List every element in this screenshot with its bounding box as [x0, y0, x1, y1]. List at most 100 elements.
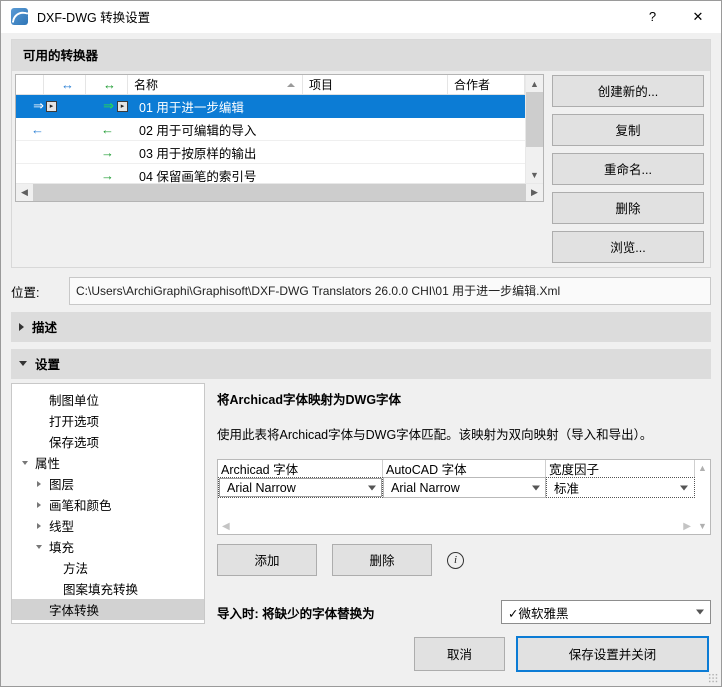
chevron-down-icon: [368, 485, 376, 490]
scroll-up-icon[interactable]: ▲: [530, 75, 539, 92]
row-icon-import[interactable]: ⇒: [16, 98, 44, 114]
browse-button[interactable]: 浏览...: [552, 231, 704, 263]
font-substitution-combo[interactable]: ✓微软雅黑: [501, 600, 711, 624]
font-table-col-width-factor[interactable]: 宽度因子: [546, 460, 695, 477]
duplicate-button[interactable]: 复制: [552, 114, 704, 146]
description-section-header[interactable]: 描述: [11, 312, 711, 342]
column-header-import-export-green[interactable]: ↔: [86, 75, 128, 94]
width-factor-combo[interactable]: 标准: [547, 478, 694, 497]
delete-button[interactable]: 删除: [552, 192, 704, 224]
close-button[interactable]: ✕: [675, 2, 721, 32]
tree-item-2[interactable]: 保存选项: [12, 431, 204, 452]
location-row: 位置: C:\Users\ArchiGraphi\Graphisoft\DXF-…: [11, 277, 711, 305]
scroll-up-icon[interactable]: ▲: [698, 463, 707, 473]
tree-item-label: 线型: [49, 520, 75, 534]
tree-item-0[interactable]: 制图单位: [12, 389, 204, 410]
options-box-icon[interactable]: ▸: [46, 100, 57, 112]
font-table-col-archicad[interactable]: Archicad 字体: [218, 460, 383, 477]
tree-item-5[interactable]: 画笔和颜色: [12, 494, 204, 515]
chevron-right-icon[interactable]: [32, 522, 46, 529]
tree-item-1[interactable]: 打开选项: [12, 410, 204, 431]
location-path-field[interactable]: C:\Users\ArchiGraphi\Graphisoft\DXF-DWG …: [69, 277, 711, 305]
delete-row-button[interactable]: 删除: [332, 544, 432, 576]
settings-section-header[interactable]: 设置: [11, 349, 711, 379]
row-icon-export[interactable]: →: [88, 168, 114, 183]
scroll-right-icon[interactable]: ▶: [526, 184, 543, 201]
archicad-font-combo[interactable]: Arial Narrow: [219, 478, 382, 497]
table-row[interactable]: → 04 保留画笔的索引号: [16, 164, 525, 184]
autocad-font-combo[interactable]: Arial Narrow: [383, 477, 546, 498]
column-header-import-export-blue[interactable]: ↔: [44, 75, 86, 94]
tree-item-8[interactable]: 方法: [12, 557, 204, 578]
font-table-main: Archicad 字体 AutoCAD 字体 宽度因子 Arial Narrow: [218, 460, 710, 534]
archicad-font-cell[interactable]: Arial Narrow: [218, 477, 383, 498]
tree-item-label: 属性: [35, 457, 61, 471]
tree-item-label: 画笔和颜色: [49, 499, 112, 513]
available-translators-group: 可用的转换器 ↔ ↔ 名称 项目 合作者 ⇒ ▸ ⇒ ▸ 01 用于进一步编辑 …: [11, 39, 711, 268]
tree-item-10[interactable]: 字体转换: [12, 599, 204, 620]
tree-item-6[interactable]: 线型: [12, 515, 204, 536]
width-factor-cell[interactable]: 标准: [546, 477, 695, 498]
save-and-close-button[interactable]: 保存设置并关闭: [516, 636, 709, 672]
info-icon[interactable]: i: [447, 551, 464, 569]
row-icon-export-options[interactable]: ▸: [114, 100, 133, 112]
font-table-horizontal-scrollbar[interactable]: ◀ ▶: [218, 518, 695, 534]
font-table-vertical-scrollbar[interactable]: ▲ ▼: [695, 460, 710, 534]
font-table-col-autocad[interactable]: AutoCAD 字体: [383, 460, 546, 477]
row-icon-import-options[interactable]: ▸: [44, 100, 88, 112]
tree-item-3[interactable]: 属性: [12, 452, 204, 473]
row-icon-export[interactable]: →: [88, 145, 114, 160]
column-header-project[interactable]: 项目: [303, 75, 448, 94]
listview-header: ↔ ↔ 名称 项目 合作者: [16, 75, 525, 95]
vertical-scroll-thumb[interactable]: [526, 92, 543, 147]
listview-rows: ⇒ ▸ ⇒ ▸ 01 用于进一步编辑 ← ← 02 用于可编辑的导入 → 03 用于按原样的输出 →…: [16, 95, 525, 183]
column-header-name[interactable]: 名称: [128, 75, 303, 94]
row-icon-import[interactable]: ←: [16, 122, 44, 137]
column-header-blank[interactable]: [16, 75, 44, 94]
column-header-author[interactable]: 合作者: [448, 75, 525, 94]
chevron-right-icon[interactable]: [32, 501, 46, 508]
help-button[interactable]: ?: [630, 2, 675, 32]
group-body: ↔ ↔ 名称 项目 合作者 ⇒ ▸ ⇒ ▸ 01 用于进一步编辑 ← ← 02 …: [12, 71, 710, 267]
chevron-right-icon[interactable]: [32, 480, 46, 487]
scroll-left-icon[interactable]: ◀: [16, 184, 33, 201]
row-icon-export[interactable]: ⇒: [88, 98, 114, 114]
listview-columns: ↔ ↔ 名称 项目 合作者 ⇒ ▸ ⇒ ▸ 01 用于进一步编辑 ← ← 02 …: [16, 75, 525, 183]
table-row[interactable]: → 03 用于按原样的输出: [16, 141, 525, 164]
chevron-right-icon: [19, 322, 24, 331]
double-arrow-green-icon: ↔: [103, 77, 116, 92]
resize-grip[interactable]: [708, 673, 718, 683]
autocad-font-cell[interactable]: Arial Narrow: [383, 477, 546, 498]
location-label: 位置:: [11, 285, 40, 300]
horizontal-scroll-thumb[interactable]: [33, 184, 526, 201]
font-substitution-label: 导入时: 将缺少的字体替换为: [217, 606, 375, 621]
scroll-right-icon[interactable]: ▶: [683, 521, 691, 532]
tree-item-label: 打开选项: [49, 415, 100, 429]
listview-horizontal-scrollbar[interactable]: ◀ ▶: [16, 183, 543, 201]
rename-button[interactable]: 重命名...: [552, 153, 704, 185]
settings-tree[interactable]: 制图单位打开选项保存选项属性图层画笔和颜色线型填充方法图案填充转换字体转换杂项自…: [11, 383, 205, 624]
translators-listview[interactable]: ↔ ↔ 名称 项目 合作者 ⇒ ▸ ⇒ ▸ 01 用于进一步编辑 ← ← 02 …: [15, 74, 544, 202]
font-table-columns: Archicad 字体 AutoCAD 字体 宽度因子 Arial Narrow: [218, 460, 695, 534]
listview-main: ↔ ↔ 名称 项目 合作者 ⇒ ▸ ⇒ ▸ 01 用于进一步编辑 ← ← 02 …: [16, 75, 543, 183]
options-box-icon[interactable]: ▸: [117, 100, 128, 112]
cancel-button[interactable]: 取消: [414, 637, 505, 671]
tree-item-4[interactable]: 图层: [12, 473, 204, 494]
row-icon-export[interactable]: ←: [88, 122, 114, 137]
tree-item-7[interactable]: 填充: [12, 536, 204, 557]
listview-vertical-scrollbar[interactable]: ▲ ▼: [525, 75, 543, 183]
add-button[interactable]: 添加: [217, 544, 317, 576]
table-row[interactable]: ← ← 02 用于可编辑的导入: [16, 118, 525, 141]
chevron-down-icon[interactable]: [32, 544, 46, 549]
scroll-left-icon[interactable]: ◀: [222, 521, 230, 532]
create-new-button[interactable]: 创建新的...: [552, 75, 704, 107]
scroll-down-icon[interactable]: ▼: [698, 521, 707, 531]
chevron-down-icon[interactable]: [18, 460, 32, 465]
scroll-down-icon[interactable]: ▼: [530, 166, 539, 183]
description-section-label: 描述: [32, 321, 58, 335]
table-row[interactable]: ⇒ ▸ ⇒ ▸ 01 用于进一步编辑: [16, 95, 525, 118]
tree-item-9[interactable]: 图案填充转换: [12, 578, 204, 599]
vertical-scroll-track[interactable]: [526, 147, 543, 166]
font-table-empty-area: [218, 498, 695, 518]
chevron-down-icon: [680, 485, 688, 490]
